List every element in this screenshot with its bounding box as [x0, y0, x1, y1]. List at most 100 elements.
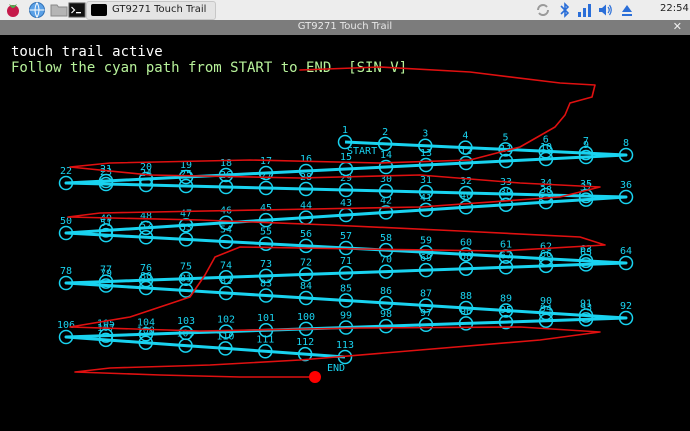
end-label: END [327, 363, 345, 374]
waypoint-number: 43 [340, 198, 352, 209]
waypoint-number: 16 [300, 154, 312, 165]
waypoint-number: 106 [57, 320, 75, 331]
waypoint-number: 72 [300, 257, 312, 268]
waypoint-number: 69 [420, 253, 432, 264]
waypoint-number: 58 [380, 233, 392, 244]
waypoint-number: 83 [260, 279, 272, 290]
waypoint-number: 108 [137, 326, 155, 337]
waypoint-number: 26 [220, 170, 232, 181]
waypoint-number: 87 [420, 289, 432, 300]
waypoint-number: 96 [460, 306, 472, 317]
waypoint-number: 102 [217, 315, 235, 326]
waypoint-number: 99 [340, 311, 352, 322]
waypoint-number: 51 [100, 218, 112, 229]
waypoint-number: 79 [100, 269, 112, 280]
waypoint-number: 78 [60, 266, 72, 277]
terminal-icon [91, 4, 107, 16]
waypoint-number: 57 [340, 231, 352, 242]
waypoint-number: 12 [460, 146, 472, 157]
waypoint-number: 59 [420, 235, 432, 246]
waypoint-number: 56 [300, 229, 312, 240]
waypoint-number: 85 [340, 284, 352, 295]
waypoint-number: 9 [583, 140, 589, 151]
waypoint-number: 55 [260, 227, 272, 238]
touch-point-indicator [309, 371, 321, 383]
waypoint-number: 89 [500, 294, 512, 305]
waypoint-number: 71 [340, 256, 352, 267]
folder-icon[interactable] [50, 1, 68, 19]
waypoint-number: 38 [540, 185, 552, 196]
window-titlebar[interactable]: GT9271 Touch Trail ✕ [0, 20, 690, 35]
network-icon[interactable] [576, 1, 594, 19]
waypoint-number: 68 [460, 252, 472, 263]
waypoint-number: 53 [180, 222, 192, 233]
waypoint-number: 52 [140, 220, 152, 231]
waypoint-number: 10 [540, 142, 552, 153]
waypoint-number: 41 [420, 193, 432, 204]
task-button-label: GT9271 Touch Trail [112, 4, 207, 15]
waypoint-number: 80 [140, 271, 152, 282]
waypoint-number: 47 [180, 208, 192, 219]
waypoint-number: 8 [623, 138, 629, 149]
trail-drawing: 1 2 3 4 5 6 7 8910111213141516171819202122 23 24 2… [57, 66, 634, 383]
waypoint-number: 40 [460, 190, 472, 201]
waypoint-number: 98 [380, 309, 392, 320]
waypoint-number: 88 [460, 291, 472, 302]
terminal-icon[interactable] [68, 1, 86, 19]
waypoint-number: 82 [220, 276, 232, 287]
waypoint-number: 110 [216, 331, 234, 342]
raspberry-icon[interactable] [4, 1, 22, 19]
waypoint-number: 13 [420, 148, 432, 159]
waypoint-number: 75 [180, 262, 192, 273]
waypoint-number: 14 [380, 150, 392, 161]
waypoint-number: 64 [620, 246, 632, 257]
waypoint-number: 101 [257, 313, 275, 324]
volume-icon[interactable] [596, 1, 614, 19]
waypoint-number: 92 [620, 301, 632, 312]
waypoint-number: 93 [580, 302, 592, 313]
waypoint-number: 29 [340, 173, 352, 184]
globe-icon[interactable] [28, 1, 46, 19]
waypoint-number: 36 [620, 180, 632, 191]
waypoint-number: 111 [256, 334, 274, 345]
taskbar: GT9271 Touch Trail 22:54 [0, 0, 690, 21]
clock: 22:54 [660, 3, 689, 14]
bluetooth-icon[interactable] [556, 1, 574, 19]
task-button-touch-trail[interactable]: GT9271 Touch Trail [86, 1, 216, 20]
waypoint-number: 65 [580, 247, 592, 258]
waypoint-number: 2 [382, 127, 388, 138]
waypoint-number: 100 [297, 312, 315, 323]
waypoint-number: 86 [380, 286, 392, 297]
waypoint-number: 74 [220, 260, 232, 271]
waypoint-number: 70 [380, 255, 392, 266]
waypoint-number: 97 [420, 308, 432, 319]
waypoint-number: 17 [260, 156, 272, 167]
waypoint-number: 112 [296, 337, 314, 348]
waypoint-number: 54 [220, 225, 232, 236]
waypoint-number: 113 [336, 340, 354, 351]
waypoint-number: 73 [260, 259, 272, 270]
waypoint-number: 60 [460, 237, 472, 248]
waypoint-number: 23 [100, 167, 112, 178]
touch-trail-canvas[interactable]: touch trail active Follow the cyan path … [0, 35, 690, 431]
waypoint-number: 1 [342, 125, 348, 136]
waypoint-number: 103 [177, 316, 195, 327]
waypoint-number: 25 [180, 169, 192, 180]
sync-icon[interactable] [534, 1, 552, 19]
waypoint-number: 42 [380, 195, 392, 206]
waypoint-number: 31 [420, 175, 432, 186]
waypoint-number: 61 [500, 240, 512, 251]
waypoint-number: 3 [422, 129, 428, 140]
waypoint-number: 4 [462, 131, 468, 142]
waypoint-number: 81 [180, 274, 192, 285]
waypoint-number: 94 [540, 304, 552, 315]
waypoint-number: 5 [503, 132, 509, 143]
waypoint-number: 66 [540, 249, 552, 260]
waypoint-number: 95 [500, 305, 512, 316]
close-icon[interactable]: ✕ [673, 20, 682, 33]
waypoint-number: 67 [500, 250, 512, 261]
waypoint-number: 39 [500, 188, 512, 199]
eject-icon[interactable] [618, 1, 636, 19]
waypoint-number: 45 [260, 203, 272, 214]
start-label: START [347, 146, 377, 157]
